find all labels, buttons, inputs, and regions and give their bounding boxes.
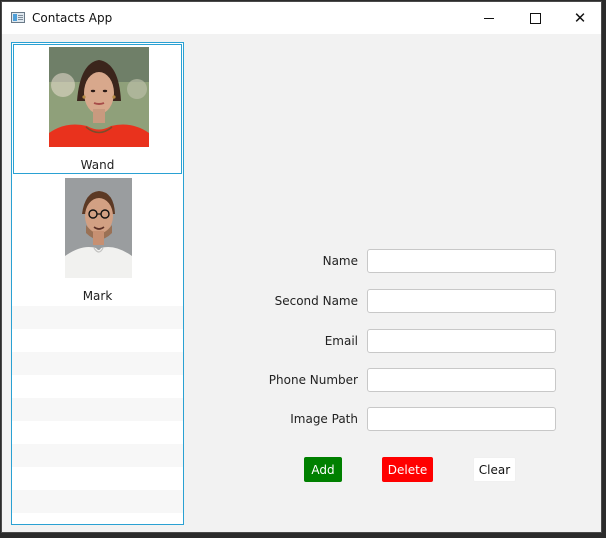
clear-button[interactable]: Clear [473,457,516,482]
email-input[interactable] [367,329,556,353]
contact-photo-woman [49,47,149,147]
name-label: Name [322,254,358,268]
contact-name: Wand [80,158,115,172]
woman-portrait-image [49,47,149,147]
empty-list-row[interactable] [12,375,183,398]
contact-item[interactable]: Wand [13,44,182,174]
contact-list[interactable]: Wand Mark [11,42,184,525]
app-window-icon [11,12,25,23]
contact-photo-man [65,178,132,278]
name-input[interactable] [367,249,556,273]
add-button[interactable]: Add [304,457,342,482]
minimize-icon [484,17,494,19]
empty-list-row[interactable] [12,329,183,352]
close-icon: ✕ [573,8,587,27]
contact-item[interactable]: Mark [13,175,182,305]
contacts-window: Contacts App ✕ Wand Mark Name Second Nam… [1,1,602,533]
empty-list-row[interactable] [12,467,183,490]
man-portrait-image [65,178,132,278]
minimize-button[interactable] [466,2,512,34]
image-path-label: Image Path [290,412,358,426]
contact-name: Mark [82,289,113,303]
second-name-input[interactable] [367,289,556,313]
empty-list-row[interactable] [12,421,183,444]
close-button[interactable]: ✕ [557,2,603,34]
image-path-input[interactable] [367,407,556,431]
empty-list-row[interactable] [12,306,183,329]
empty-list-row[interactable] [12,398,183,421]
phone-number-input[interactable] [367,368,556,392]
empty-list-row[interactable] [12,352,183,375]
phone-number-label: Phone Number [268,373,358,387]
window-title: Contacts App [32,11,113,25]
empty-list-row[interactable] [12,490,183,513]
email-label: Email [324,334,358,348]
second-name-label: Second Name [274,294,358,308]
maximize-icon [529,12,541,24]
title-bar[interactable]: Contacts App ✕ [2,2,601,34]
empty-list-row[interactable] [12,444,183,467]
maximize-button[interactable] [512,2,558,34]
delete-button[interactable]: Delete [382,457,433,482]
